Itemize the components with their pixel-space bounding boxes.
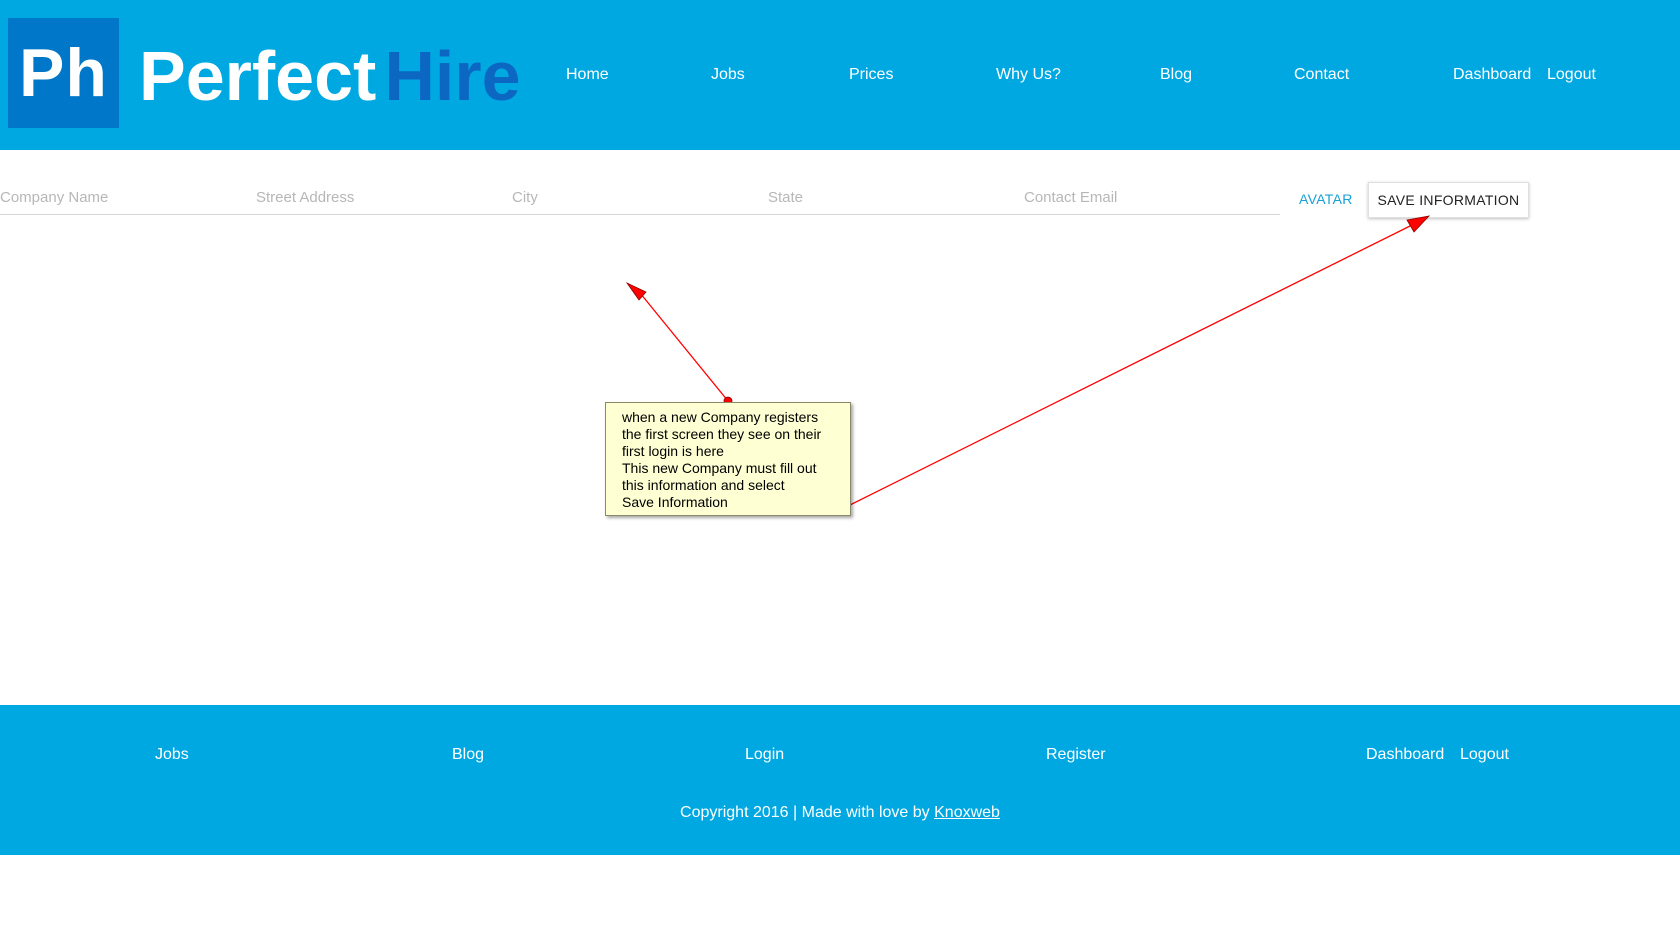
- footer-login-link[interactable]: Login: [745, 746, 784, 764]
- note-line: the first screen they see on their: [622, 426, 822, 442]
- copyright-text: Copyright 2016 | Made with love by: [680, 804, 930, 821]
- knoxweb-credit-link[interactable]: Knoxweb: [934, 804, 1000, 821]
- footer-blog-link[interactable]: Blog: [452, 746, 484, 764]
- note-line: when a new Company registers: [622, 409, 819, 425]
- annotation-note: when a new Company registers the first s…: [605, 402, 851, 516]
- copyright-notice: Copyright 2016 | Made with love by Knoxw…: [0, 804, 1680, 822]
- note-line: This new Company must fill out: [622, 460, 817, 476]
- arrow-to-form: [625, 281, 733, 406]
- note-line: Save Information: [622, 494, 728, 510]
- site-footer: Jobs Blog Login Register Dashboard Logou…: [0, 705, 1680, 855]
- arrow-to-save-button: [837, 215, 1431, 514]
- note-line: this information and select: [622, 477, 785, 493]
- footer-jobs-link[interactable]: Jobs: [155, 746, 189, 764]
- footer-dashboard-link[interactable]: Dashboard: [1366, 746, 1444, 764]
- footer-register-link[interactable]: Register: [1046, 746, 1106, 764]
- note-line: first login is here: [622, 443, 724, 459]
- footer-logout-link[interactable]: Logout: [1460, 746, 1509, 764]
